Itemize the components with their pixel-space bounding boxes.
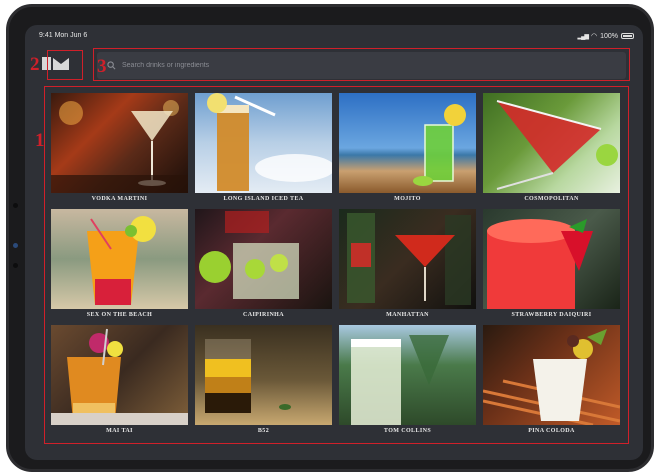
drink-image xyxy=(339,325,476,425)
status-bar: 9:41 Mon Jun 6 ▂▄▆ ◠ 100% xyxy=(39,32,634,44)
drink-name: PINA COLODA xyxy=(528,428,575,434)
drink-tile-mojito[interactable]: MOJITO xyxy=(339,93,476,205)
drink-image xyxy=(339,93,476,193)
drink-image xyxy=(51,93,188,193)
drink-image xyxy=(483,209,620,309)
annotation-label-2: 2 xyxy=(30,54,40,75)
drink-image xyxy=(51,325,188,425)
home-logo-button[interactable] xyxy=(33,52,79,76)
drink-grid: VODKA MARTINI LONG ISLAND ICED TEA MOJIT… xyxy=(48,89,628,441)
drink-image xyxy=(51,209,188,309)
battery-icon xyxy=(621,33,634,39)
search-icon xyxy=(107,61,116,70)
search-bar[interactable] xyxy=(97,52,626,79)
camera-dot xyxy=(13,203,18,208)
drink-name: MANHATTAN xyxy=(386,312,429,318)
drink-tile-long-island-iced-tea[interactable]: LONG ISLAND ICED TEA xyxy=(195,93,332,205)
drink-name: TOM COLLINS xyxy=(383,428,432,434)
sensor-dot xyxy=(13,263,18,268)
bar-logo-icon xyxy=(42,56,70,70)
drink-tile-b52[interactable]: B52 xyxy=(195,325,332,437)
drink-image xyxy=(339,209,476,309)
drink-tile-tom-collins[interactable]: TOM COLLINS xyxy=(339,325,476,437)
drink-name: MAI TAI xyxy=(106,428,133,434)
status-right: ▂▄▆ ◠ 100% xyxy=(577,32,634,40)
drink-image xyxy=(195,209,332,309)
search-input[interactable] xyxy=(120,61,600,70)
drink-image xyxy=(195,93,332,193)
drink-tile-manhattan[interactable]: MANHATTAN xyxy=(339,209,476,321)
drink-tile-sex-on-the-beach[interactable]: SEX ON THE BEACH xyxy=(51,209,188,321)
battery-percent: 100% xyxy=(600,32,618,40)
drink-name: COSMOPOLITAN xyxy=(524,196,579,202)
wifi-icon: ◠ xyxy=(590,33,598,40)
drink-name: LONG ISLAND ICED TEA xyxy=(223,196,304,202)
drink-name: B52 xyxy=(257,428,270,434)
drink-name: VODKA MARTINI xyxy=(91,196,148,202)
drink-image xyxy=(195,325,332,425)
drink-tile-vodka-martini[interactable]: VODKA MARTINI xyxy=(51,93,188,205)
drink-name: SEX ON THE BEACH xyxy=(86,312,153,318)
drink-name: STRAWBERRY DAIQUIRI xyxy=(511,312,592,318)
drink-tile-strawberry-daiquiri[interactable]: STRAWBERRY DAIQUIRI xyxy=(483,209,620,321)
signal-icon: ▂▄▆ xyxy=(577,33,590,40)
drink-tile-cosmopolitan[interactable]: COSMOPOLITAN xyxy=(483,93,620,205)
annotation-label-3: 3 xyxy=(97,56,107,77)
drink-tile-pina-coloda[interactable]: PINA COLODA xyxy=(483,325,620,437)
status-time: 9:41 Mon Jun 6 xyxy=(39,32,88,39)
drink-name: MOJITO xyxy=(394,196,421,202)
drink-image xyxy=(483,93,620,193)
annotation-label-1: 1 xyxy=(35,130,45,151)
sensor-dot xyxy=(13,243,18,248)
drink-name: CAIPIRINHA xyxy=(242,312,284,318)
drink-tile-mai-tai[interactable]: MAI TAI xyxy=(51,325,188,437)
drink-image xyxy=(483,325,620,425)
drink-tile-caipirinha[interactable]: CAIPIRINHA xyxy=(195,209,332,321)
